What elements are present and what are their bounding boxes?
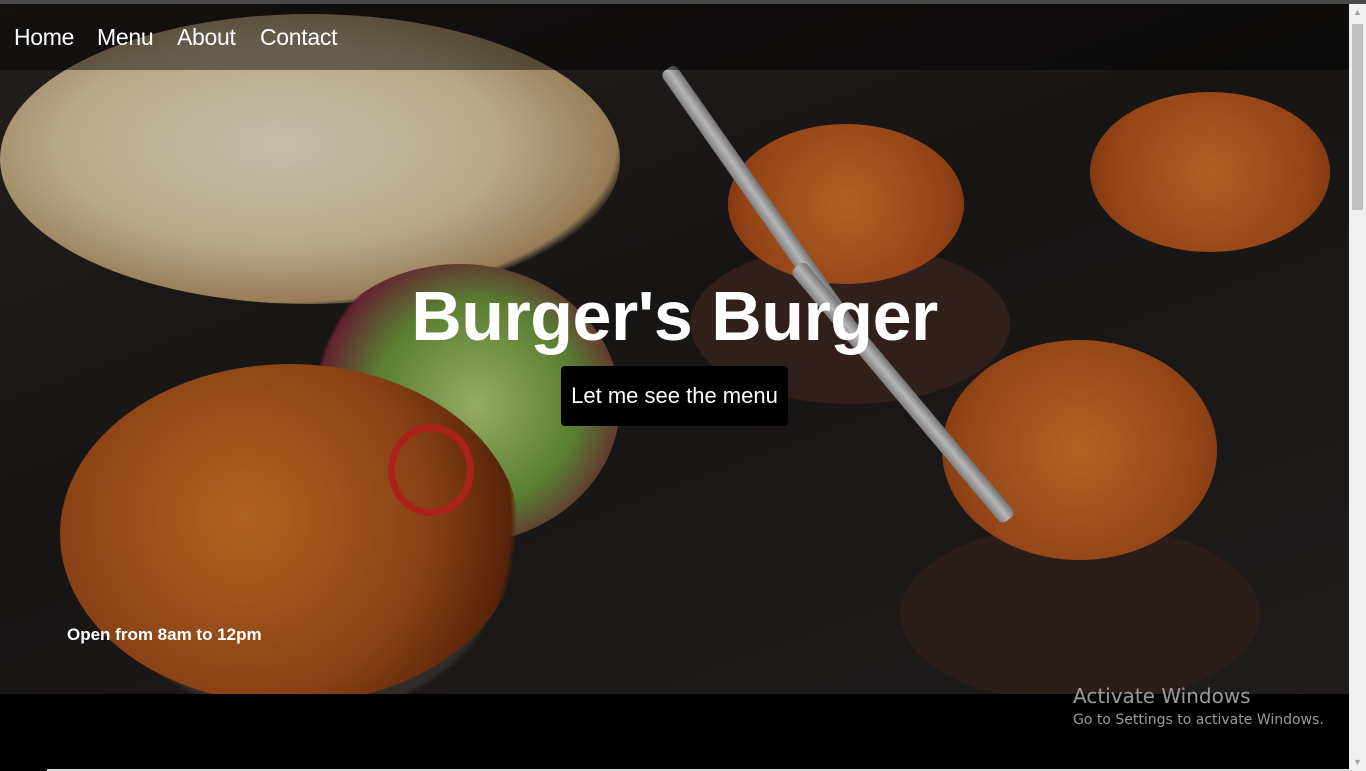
scroll-down-arrow-icon[interactable]: ▼ xyxy=(1349,754,1366,771)
top-navbar: Home Menu About Contact xyxy=(0,4,1349,70)
activate-windows-subtitle: Go to Settings to activate Windows. xyxy=(1073,712,1324,728)
nav-link-menu[interactable]: Menu xyxy=(97,24,154,51)
hero-section: Home Menu About Contact Burger's Burger … xyxy=(0,4,1349,694)
page-viewport: Home Menu About Contact Burger's Burger … xyxy=(0,4,1349,771)
vertical-scrollbar[interactable]: ▲ ▼ xyxy=(1349,4,1366,771)
opening-hours-text: Open from 8am to 12pm xyxy=(67,625,262,644)
scroll-up-arrow-icon[interactable]: ▲ xyxy=(1349,4,1366,21)
see-menu-button[interactable]: Let me see the menu xyxy=(561,366,788,426)
nav-link-home[interactable]: Home xyxy=(14,24,74,51)
activate-windows-title: Activate Windows xyxy=(1073,684,1251,708)
nav-link-contact[interactable]: Contact xyxy=(260,24,337,51)
nav-link-about[interactable]: About xyxy=(177,24,236,51)
brand-title: Burger's Burger xyxy=(411,277,938,355)
scrollbar-thumb[interactable] xyxy=(1352,24,1363,210)
